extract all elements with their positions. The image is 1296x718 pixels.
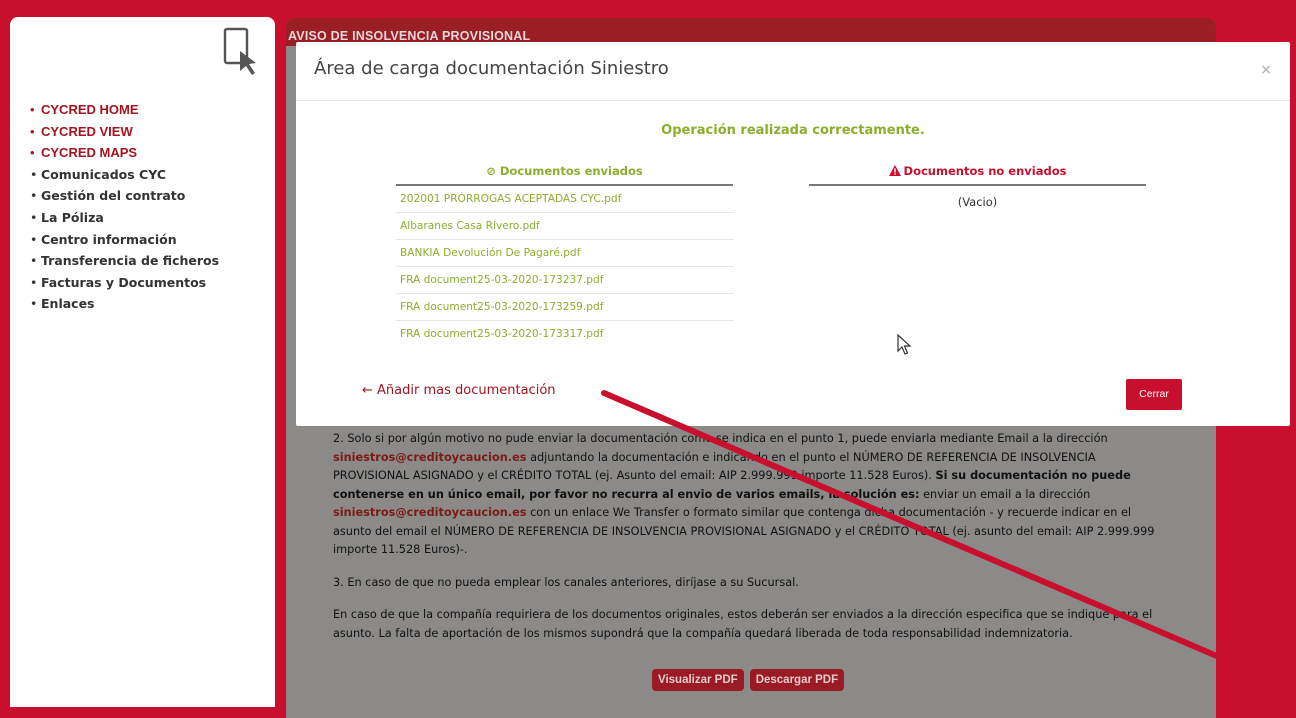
annotation-arrow	[601, 390, 1296, 693]
